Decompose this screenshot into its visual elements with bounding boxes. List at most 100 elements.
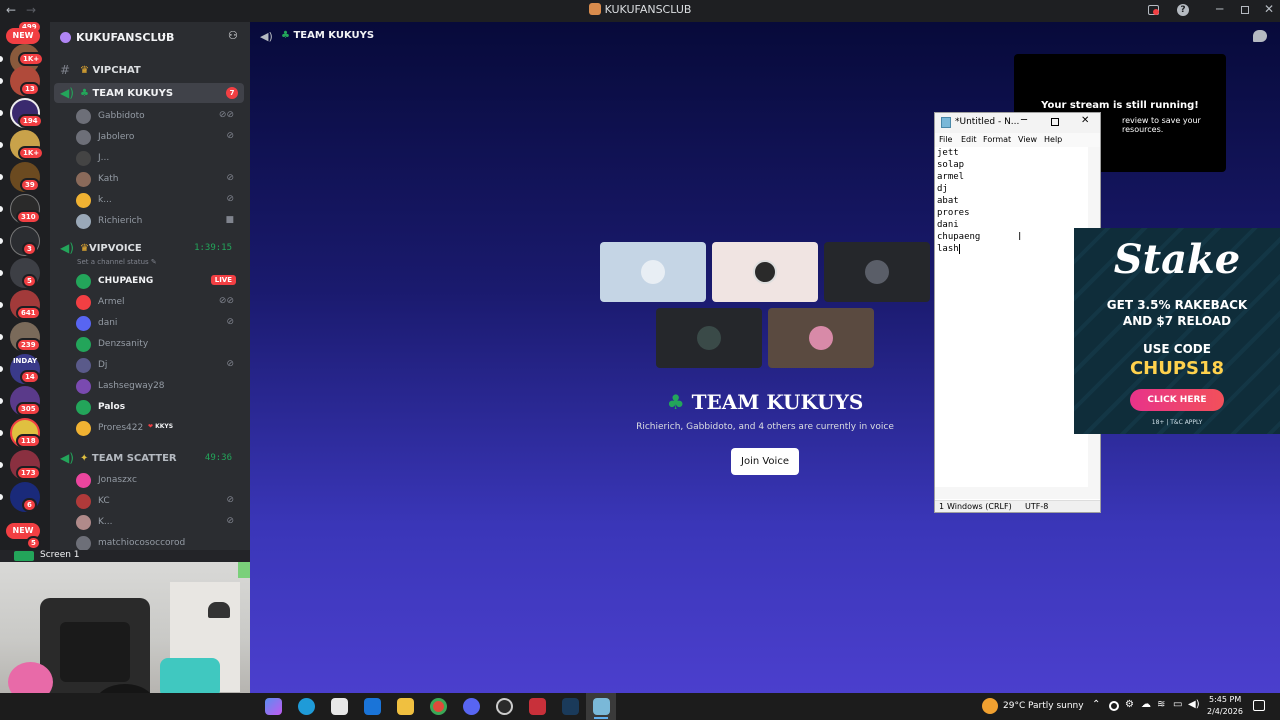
voice-user[interactable]: Lashsegway28	[76, 376, 246, 396]
muted-icon: ⊘	[226, 495, 234, 505]
screen-share-bar[interactable]: Screen 1	[0, 550, 250, 562]
chair-back	[60, 622, 130, 682]
weather-temp: 29°C	[1003, 701, 1026, 711]
participant-tile[interactable]	[712, 242, 818, 302]
channel-team-scatter[interactable]: ◀) ✦ TEAM SCATTER 49:36	[54, 448, 244, 468]
server-boost-icon	[60, 32, 71, 43]
voice-user[interactable]: KC ⊘	[76, 491, 246, 511]
notepad-title: *Untitled - N...	[955, 117, 1020, 127]
voice-user[interactable]: Kath ⊘	[76, 169, 246, 189]
menu-format[interactable]: Format	[983, 135, 1011, 144]
voice-user[interactable]: Armel ⊘⊘	[76, 292, 246, 312]
volume-icon[interactable]: ◀)	[1188, 699, 1200, 710]
unread-pip	[0, 78, 3, 84]
menu-edit[interactable]: Edit	[961, 135, 977, 144]
muted-icon: ⊘	[226, 173, 234, 183]
unread-pip	[0, 56, 3, 62]
server-badge: 305	[16, 402, 41, 416]
server-header[interactable]: KUKUFANSCLUB ⌄ ⚇	[50, 22, 250, 54]
participant-tile[interactable]	[600, 242, 706, 302]
weather-desc: Partly sunny	[1028, 701, 1084, 711]
voice-channel-icon: ◀)	[60, 241, 74, 255]
notepad-titlebar[interactable]: *Untitled - N... ─ ✕	[935, 113, 1100, 133]
forward-arrow-icon[interactable]: →	[26, 3, 36, 17]
settings-icon[interactable]: ⚙	[1125, 699, 1134, 710]
voice-user[interactable]: dani ⊘	[76, 313, 246, 333]
muted-icon: ⊘	[226, 359, 234, 369]
voice-user[interactable]: Richierich ■	[76, 211, 246, 231]
voice-user[interactable]: matchiocosoccorod	[76, 533, 246, 550]
voice-user[interactable]: Prores422 ❤ KKYS	[76, 418, 246, 438]
weather-icon[interactable]	[982, 698, 998, 714]
voice-user[interactable]: Palos	[76, 397, 246, 417]
server-badge: 1K+	[18, 52, 45, 66]
channel-status[interactable]: Set a channel status ✎	[77, 258, 157, 266]
file-explorer-icon[interactable]	[397, 698, 414, 715]
discord-icon[interactable]	[463, 698, 480, 715]
server-badge: 194	[18, 114, 43, 128]
channel-vipvoice[interactable]: ◀) ♛VIPVOICE 1:39:15	[54, 238, 244, 258]
menu-help[interactable]: Help	[1044, 135, 1062, 144]
horizontal-scrollbar[interactable]	[935, 487, 1100, 499]
voice-user[interactable]: k... ⊘	[76, 190, 246, 210]
back-arrow-icon[interactable]: ←	[6, 3, 16, 17]
chrome-icon[interactable]	[430, 698, 447, 715]
clock-time[interactable]: 5:45 PM	[1209, 695, 1241, 704]
help-icon[interactable]: ?	[1177, 4, 1189, 16]
menu-file[interactable]: File	[939, 135, 952, 144]
notepad-text-area[interactable]: jett solap armel dj abat prores dani chu…	[937, 147, 1087, 255]
channel-vipchat[interactable]: # ♛ VIPCHAT	[54, 60, 244, 80]
voice-user[interactable]: Jonaszxc	[76, 470, 246, 490]
chevron-up-icon[interactable]: ⌃	[1092, 699, 1100, 710]
avatar	[76, 494, 91, 509]
voice-user[interactable]: K... ⊘	[76, 512, 246, 532]
obs-icon[interactable]	[496, 698, 513, 715]
app-icon[interactable]	[529, 698, 546, 715]
maximize-icon[interactable]	[1241, 6, 1249, 14]
voice-channel-icon: ◀)	[260, 30, 273, 43]
minimize-icon[interactable]: ─	[1021, 115, 1027, 126]
wifi-icon[interactable]: ≋	[1157, 699, 1165, 710]
notification-icon[interactable]	[1253, 700, 1265, 711]
voice-user[interactable]: J...	[76, 148, 246, 168]
voice-user[interactable]: Dj ⊘	[76, 355, 246, 375]
copilot-icon[interactable]	[265, 698, 282, 715]
chat-icon[interactable]	[1253, 30, 1267, 42]
new-unreads-pill[interactable]: NEW	[6, 28, 40, 44]
maximize-icon[interactable]	[1051, 118, 1059, 126]
close-icon[interactable]: ✕	[1081, 115, 1089, 126]
notepad-icon[interactable]	[593, 698, 610, 715]
server-badge: 39	[20, 178, 40, 192]
store-icon[interactable]	[331, 698, 348, 715]
close-icon[interactable]: ✕	[1264, 2, 1274, 16]
ad-use-code: USE CODE	[1143, 342, 1211, 356]
voice-user[interactable]: Jabolero ⊘	[76, 127, 246, 147]
ad-cta-button[interactable]: CLICK HERE	[1130, 389, 1224, 411]
clock-date[interactable]: 2/4/2026	[1207, 707, 1243, 716]
add-member-icon[interactable]: ⚇	[228, 29, 238, 42]
notepad-menubar: File Edit Format View Help	[935, 133, 1100, 147]
voice-user[interactable]: Denzsanity	[76, 334, 246, 354]
minimize-icon[interactable]: ─	[1216, 2, 1223, 16]
outlook-icon[interactable]	[364, 698, 381, 715]
menu-view[interactable]: View	[1018, 135, 1037, 144]
channel-team-kukuys[interactable]: ◀) ♣ TEAM KUKUYS 7	[54, 83, 244, 103]
record-icon[interactable]	[1109, 701, 1119, 711]
join-voice-button[interactable]: Join Voice	[731, 448, 799, 475]
unread-pip	[0, 334, 3, 340]
stake-ad[interactable]: Stake GET 3.5% RAKEBACK AND $7 RELOAD US…	[1074, 228, 1280, 434]
steam-icon[interactable]	[562, 698, 579, 715]
voice-user[interactable]: Gabbidoto ⊘⊘	[76, 106, 246, 126]
server-badge: 13	[20, 82, 40, 96]
participant-tile[interactable]	[656, 308, 762, 368]
participant-tile[interactable]	[768, 308, 874, 368]
unread-badge: 7	[226, 87, 238, 99]
screen-share-icon	[14, 551, 34, 561]
voice-user[interactable]: CHUPAENG LIVE	[76, 271, 246, 291]
cloud-icon[interactable]: ☁	[1141, 699, 1151, 710]
title-bar: ← → KUKUFANSCLUB ? ─ ✕	[0, 0, 1280, 22]
edge-icon[interactable]	[298, 698, 315, 715]
battery-icon[interactable]: ▭	[1173, 699, 1182, 710]
active-indicator	[594, 717, 608, 719]
participant-tile[interactable]	[824, 242, 930, 302]
